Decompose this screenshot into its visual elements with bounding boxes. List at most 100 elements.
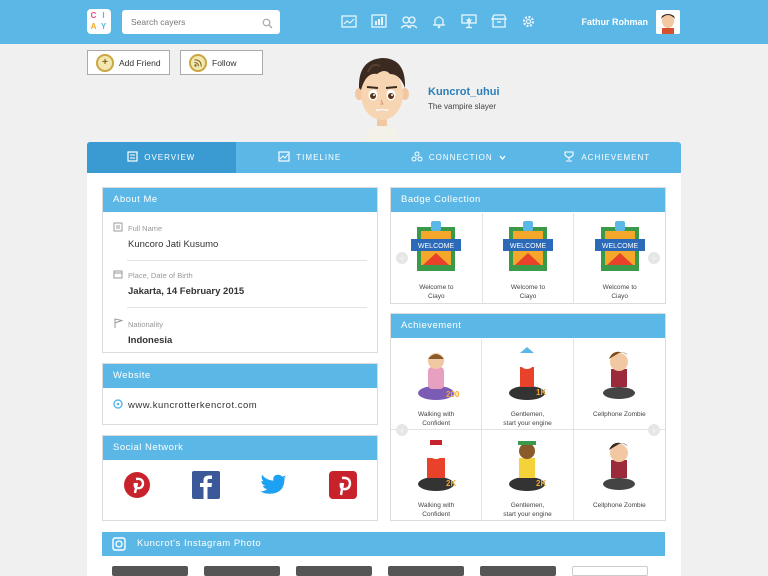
link-icon (113, 399, 123, 412)
website-url[interactable]: www.kuncrotterkencrot.com (128, 400, 257, 411)
achievement-prev-arrow[interactable]: ‹ (396, 424, 408, 436)
nationality-label: Nationality (128, 319, 164, 329)
instagram-photo[interactable] (480, 566, 556, 576)
gear-icon[interactable] (520, 13, 537, 30)
logo-letter: Y (100, 22, 107, 31)
search-input[interactable] (122, 10, 252, 34)
achievement-label-line2: Confident (422, 420, 451, 427)
website-title: Website (103, 364, 377, 388)
pinterest-square-icon[interactable] (328, 471, 357, 499)
birth-label: Place, Date of Birth (128, 270, 193, 280)
social-network-title: Social Network (103, 436, 377, 460)
tab-connection[interactable]: CONNECTION (384, 142, 533, 173)
achievement-item[interactable]: 200 Walking with Confident (391, 339, 483, 430)
add-friend-label: Add Friend (119, 57, 161, 68)
calendar-icon (113, 269, 123, 281)
achievement-icon (563, 151, 575, 164)
instagram-more[interactable] (572, 566, 648, 576)
search-icon[interactable] (262, 16, 273, 34)
instagram-title: Kuncrot's Instagram Photo (137, 538, 262, 549)
achievement-card: Achievement 200 Walking with Confident 1K… (390, 313, 666, 521)
instagram-photo[interactable] (112, 566, 188, 576)
achievement-tag: 2K (536, 479, 546, 488)
profile-tabs: OVERVIEW TIMELINE CONNECTION ACHIEVEMENT (87, 142, 681, 173)
achievement-item[interactable]: Cellphone Zombie (573, 339, 665, 430)
tab-overview[interactable]: OVERVIEW (87, 142, 236, 173)
achievement-label-line1: Gentlemen, (510, 501, 545, 509)
pinterest-icon[interactable] (123, 471, 151, 499)
bell-icon[interactable] (430, 13, 447, 30)
achievement-label-line1: Cellphone Zombie (592, 501, 646, 509)
tab-label: CONNECTION (428, 153, 493, 162)
walking-achievement-icon: 2K (411, 436, 461, 499)
welcome-badge-icon: WELCOME (593, 219, 647, 280)
trophy-icon[interactable] (460, 13, 477, 30)
achievement-label-line1: Gentlemen, (510, 411, 545, 418)
website-link[interactable]: www.kuncrotterkencrot.com (113, 399, 257, 412)
achievement-label-line1: Walking with (418, 501, 455, 509)
search-box[interactable] (122, 10, 280, 34)
logo-letter: I (102, 11, 105, 20)
tab-achievement[interactable]: ACHIEVEMENT (533, 142, 682, 173)
flag-icon (113, 318, 124, 330)
follow-label: Follow (212, 57, 237, 68)
achievement-item[interactable]: 2K Gentlemen, start your engine (482, 429, 574, 520)
achievement-tag: 1K (536, 388, 546, 397)
birth-value: Jakarta, 14 February 2015 (128, 286, 245, 297)
badge-item[interactable]: WELCOME Welcome to Ciayo (483, 213, 575, 303)
people-icon[interactable] (400, 13, 417, 30)
connection-icon (411, 151, 423, 164)
achievement-item[interactable]: 1K Gentlemen, start your engine (482, 339, 574, 430)
badge-prev-arrow[interactable]: ‹ (396, 252, 408, 264)
instagram-photo[interactable] (388, 566, 464, 576)
timeline-icon (278, 151, 290, 164)
badge-label-line1: Welcome to (510, 284, 546, 291)
about-me-card: About Me Full Name Kuncoro Jati Kusumo P… (102, 187, 378, 353)
chart-icon[interactable] (370, 13, 387, 30)
achievement-label-line1: Walking with (418, 411, 455, 418)
zombie-achievement-icon (594, 436, 644, 499)
badge-collection-title: Badge Collection (391, 188, 665, 212)
achievement-item[interactable]: Cellphone Zombie (574, 430, 665, 521)
about-me-title: About Me (103, 188, 377, 212)
gentlemen-achievement-icon: 1K (502, 345, 552, 408)
badge-banner-text: WELCOME (602, 243, 639, 250)
walking-achievement-icon: 200 (411, 345, 461, 408)
achievement-title: Achievement (391, 314, 665, 338)
full-name-field: Full Name Kuncoro Jati Kusumo (113, 222, 367, 250)
instagram-photo[interactable] (296, 566, 372, 576)
profile-name: Kuncrot_uhui (428, 86, 500, 98)
achievement-item[interactable]: 2K Walking with Confident (391, 429, 483, 520)
badge-next-arrow[interactable]: › (648, 252, 660, 264)
user-menu[interactable]: Fathur Rohman (582, 10, 680, 34)
user-name[interactable]: Fathur Rohman (582, 17, 649, 27)
achievement-label-line2: start your engine (503, 510, 552, 518)
instagram-icon (112, 537, 126, 561)
add-friend-button[interactable]: + Add Friend (87, 50, 170, 75)
user-avatar[interactable] (656, 10, 680, 34)
facebook-icon[interactable] (191, 471, 220, 499)
gentlemen-achievement-icon: 2K (502, 436, 552, 499)
tab-timeline[interactable]: TIMELINE (236, 142, 385, 173)
achievement-tag: 200 (446, 390, 460, 399)
badge-banner-text: WELCOME (510, 243, 547, 250)
achievement-label-line1: Cellphone Zombie (592, 411, 646, 418)
social-icons (103, 471, 377, 499)
follow-button[interactable]: Follow (180, 50, 263, 75)
dashboard-icon[interactable] (340, 13, 357, 30)
achievement-next-arrow[interactable]: › (648, 424, 660, 436)
badge-label-line2: Ciayo (519, 293, 537, 300)
twitter-icon[interactable] (260, 471, 288, 499)
rss-icon (189, 53, 207, 72)
instagram-photo[interactable] (204, 566, 280, 576)
instagram-thumbnails (112, 566, 648, 576)
logo-letter: A (90, 22, 97, 31)
instagram-section-header: Kuncrot's Instagram Photo (102, 532, 665, 556)
badge-label-line1: Welcome to (419, 284, 454, 291)
badge-label-line2: Ciayo (611, 293, 628, 300)
ciayo-logo[interactable]: C I A Y (87, 9, 111, 34)
nav-icons (340, 13, 537, 30)
birth-field: Place, Date of Birth Jakarta, 14 Februar… (113, 269, 367, 297)
store-icon[interactable] (490, 13, 507, 30)
tab-label: ACHIEVEMENT (581, 153, 651, 162)
